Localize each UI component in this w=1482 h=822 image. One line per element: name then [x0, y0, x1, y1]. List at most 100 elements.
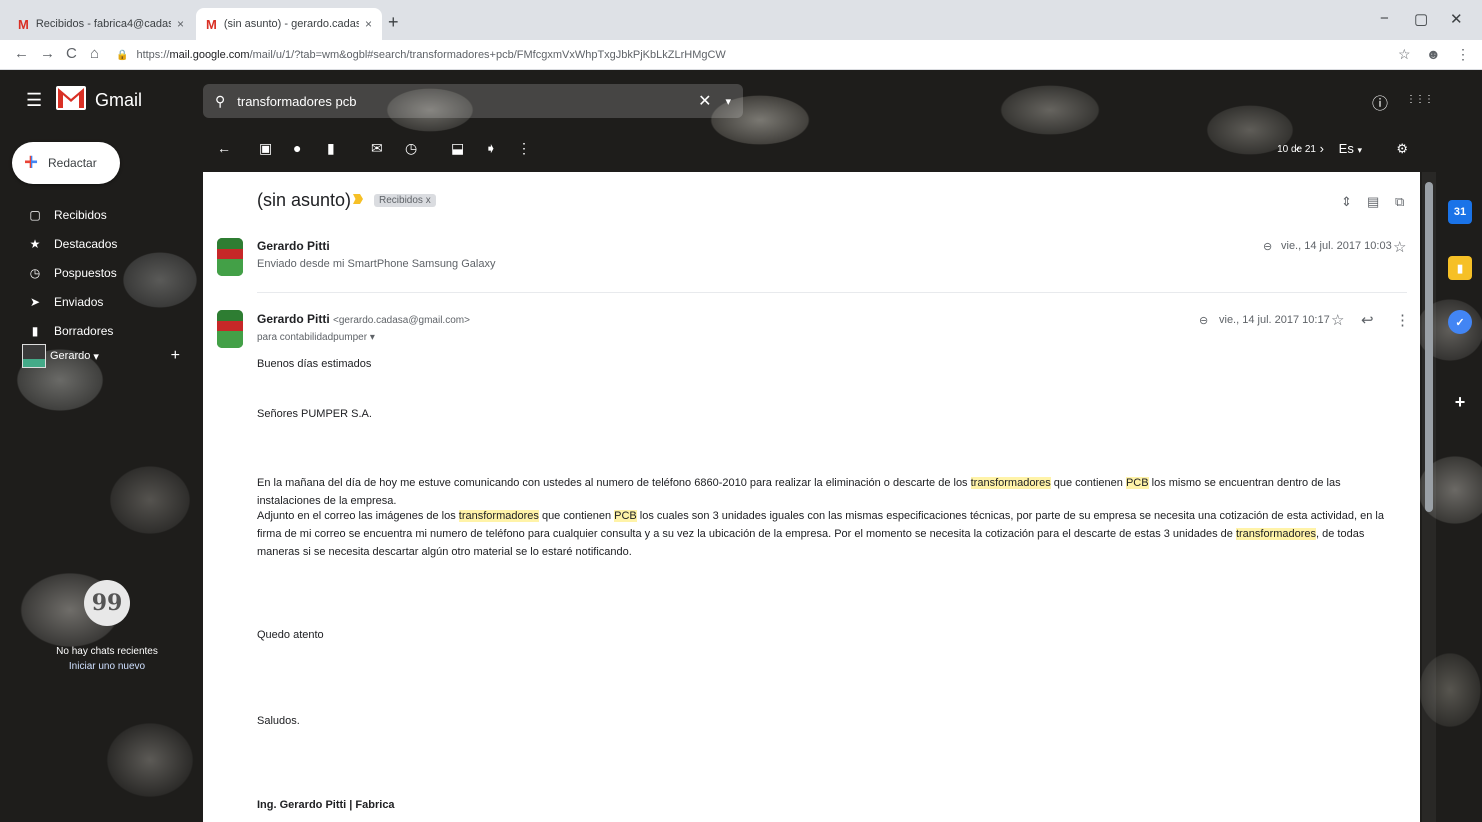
message-1-sender[interactable]: Gerardo Pitti	[257, 239, 330, 253]
body-paragraph-2: Adjunto en el correo las imágenes de los…	[257, 510, 1384, 558]
get-addons-icon[interactable]: +	[1448, 390, 1472, 414]
message-1-snippet[interactable]: Enviado desde mi SmartPhone Samsung Gala…	[257, 258, 495, 270]
back-to-list-icon[interactable]: ←	[217, 140, 231, 156]
url-host: mail.google.com	[169, 49, 250, 61]
help-icon[interactable]: ⓘ	[1372, 90, 1388, 114]
move-to-icon[interactable]: ⬓	[451, 140, 464, 157]
sidebar-nav: ▢ Recibidos ★ Destacados ◷ Pospuestos ➤ …	[0, 200, 200, 345]
restore-icon[interactable]: ▢	[1414, 10, 1428, 28]
chevron-down-icon[interactable]: ▾	[93, 350, 99, 363]
no-chats-text: No hay chats recientes	[56, 646, 158, 657]
compose-button[interactable]: + Redactar	[12, 142, 120, 184]
url-path: /mail/u/1/?tab=wm&ogbl#search/transforma…	[249, 49, 726, 61]
keep-icon[interactable]: ▮	[1448, 256, 1472, 280]
reply-icon[interactable]: ↩	[1361, 311, 1374, 329]
remove-label-icon[interactable]: x	[426, 195, 431, 206]
start-chat-link[interactable]: Iniciar uno nuevo	[22, 661, 192, 672]
gmail-favicon-icon: M	[18, 16, 29, 32]
close-window-icon[interactable]: ✕	[1450, 10, 1463, 28]
scrollbar-thumb[interactable]	[1425, 182, 1433, 512]
hangouts-quote-icon: 99	[84, 580, 130, 626]
forward-icon[interactable]: →	[40, 45, 55, 62]
back-icon[interactable]: ←	[14, 45, 29, 62]
browser-tab-inbox[interactable]: M Recibidos - fabrica4@cadasa.cor ×	[8, 8, 194, 40]
open-new-window-icon[interactable]: ⧉	[1395, 194, 1404, 210]
lock-icon: 🔒	[116, 49, 129, 61]
print-icon[interactable]: ▤	[1367, 194, 1379, 210]
sidebar-item-recibidos[interactable]: ▢ Recibidos	[0, 200, 200, 229]
search-bar[interactable]: ⚲ ✕ ▾	[203, 84, 743, 118]
settings-gear-icon[interactable]: ⚙	[1396, 141, 1408, 157]
home-icon[interactable]: ⌂	[90, 45, 99, 62]
browser-tab-thread[interactable]: M (sin asunto) - gerardo.cadasa@g ×	[196, 8, 382, 40]
sidebar-item-label: Recibidos	[54, 207, 107, 222]
importance-marker-icon[interactable]	[353, 194, 363, 204]
search-icon[interactable]: ⚲	[215, 93, 225, 110]
search-highlight: transformadores	[458, 510, 539, 522]
url-scheme: https://	[136, 49, 170, 61]
search-input[interactable]	[237, 93, 691, 109]
browser-tab-bar: M Recibidos - fabrica4@cadasa.cor × M (s…	[0, 0, 1482, 40]
sidebar-item-destacados[interactable]: ★ Destacados	[0, 229, 200, 258]
url-field[interactable]: 🔒 https://mail.google.com/mail/u/1/?tab=…	[116, 44, 1386, 66]
report-spam-icon[interactable]: ●	[293, 140, 301, 156]
message-divider	[257, 292, 1407, 293]
message-scrollbar[interactable]	[1422, 172, 1436, 822]
body-paragraph-1: En la mañana del día de hoy me estuve co…	[257, 477, 1341, 507]
minimize-icon[interactable]: −	[1380, 10, 1389, 27]
thread-subject: (sin asunto)	[257, 190, 352, 210]
sidebar-item-borradores[interactable]: ▮ Borradores	[0, 316, 200, 345]
more-options-icon[interactable]: ⋮	[1395, 311, 1410, 329]
recipients-dropdown[interactable]: para contabilidadpumper ▾	[257, 332, 375, 343]
profile-icon[interactable]: ☻	[1426, 46, 1441, 62]
input-tools-button[interactable]: Es ▾	[1339, 141, 1362, 156]
delete-icon[interactable]: ▮	[327, 140, 335, 157]
mark-unread-icon[interactable]: ✉	[371, 140, 383, 157]
hangouts-panel: 99 No hay chats recientes Iniciar uno nu…	[22, 580, 192, 672]
calendar-icon[interactable]: 31	[1448, 200, 1472, 224]
reload-icon[interactable]: C	[66, 45, 77, 62]
search-highlight: PCB	[1125, 477, 1149, 489]
browser-menu-icon[interactable]: ⋮	[1456, 46, 1470, 63]
star-icon[interactable]: ☆	[1393, 238, 1406, 256]
body-closing: Quedo atento	[257, 629, 324, 641]
message-toolbar: ← ▣ ● ▮ ✉ ◷ ⬓ ➧ ⋮ 10 de 21 ‹ › Es ▾ ⚙	[205, 132, 1420, 168]
account-name: Gerardo	[50, 350, 91, 362]
expand-all-icon[interactable]: ⇕	[1341, 194, 1352, 210]
archive-icon[interactable]: ▣	[259, 140, 272, 157]
gmail-brand[interactable]: Gmail	[95, 90, 142, 111]
sidebar-item-label: Pospuestos	[54, 265, 117, 280]
apps-grid-icon[interactable]: ⋮⋮⋮	[1406, 94, 1434, 105]
clear-search-icon[interactable]: ✕	[698, 91, 711, 111]
send-icon: ➤	[29, 294, 41, 309]
gmail-app: ☰ Gmail ⚲ ✕ ▾ ⓘ ⋮⋮⋮ + Redactar ▢ Recibid…	[0, 70, 1482, 822]
add-chat-icon[interactable]: +	[171, 347, 180, 365]
close-tab-icon[interactable]: ×	[365, 17, 372, 31]
close-tab-icon[interactable]: ×	[177, 17, 184, 31]
more-options-icon[interactable]: ⋮	[517, 140, 531, 157]
new-tab-button[interactable]: +	[388, 12, 399, 33]
bookmark-star-icon[interactable]: ☆	[1398, 46, 1411, 63]
sidebar-item-enviados[interactable]: ➤ Enviados	[0, 287, 200, 316]
draft-icon: ▮	[31, 323, 39, 338]
next-icon[interactable]: ›	[1320, 141, 1324, 156]
search-options-icon[interactable]: ▾	[725, 95, 731, 108]
tasks-icon[interactable]: ✓	[1448, 310, 1472, 334]
previous-icon[interactable]: ‹	[1296, 141, 1300, 156]
hangouts-account[interactable]: Gerardo ▾ +	[22, 343, 192, 369]
message-2-sender[interactable]: Gerardo Pitti <gerardo.cadasa@gmail.com>	[257, 312, 470, 326]
main-menu-icon[interactable]: ☰	[26, 90, 42, 111]
snooze-icon[interactable]: ◷	[405, 140, 417, 157]
gmail-logo-icon[interactable]	[56, 86, 86, 110]
star-icon[interactable]: ☆	[1331, 311, 1344, 329]
label-chip[interactable]: Recibidos x	[374, 194, 436, 207]
attachment-icon: ⊖	[1263, 241, 1273, 253]
search-highlight: transformadores	[1235, 528, 1317, 540]
sender-avatar	[217, 238, 243, 276]
address-bar: ← → C ⌂ 🔒 https://mail.google.com/mail/u…	[0, 40, 1482, 70]
label-icon[interactable]: ➧	[485, 140, 497, 157]
sidebar-item-pospuestos[interactable]: ◷ Pospuestos	[0, 258, 200, 287]
tab-title: (sin asunto) - gerardo.cadasa@g	[223, 18, 359, 30]
gmail-header: ☰ Gmail ⚲ ✕ ▾ ⓘ ⋮⋮⋮	[0, 70, 1482, 130]
chevron-down-icon: ▾	[1357, 145, 1362, 155]
